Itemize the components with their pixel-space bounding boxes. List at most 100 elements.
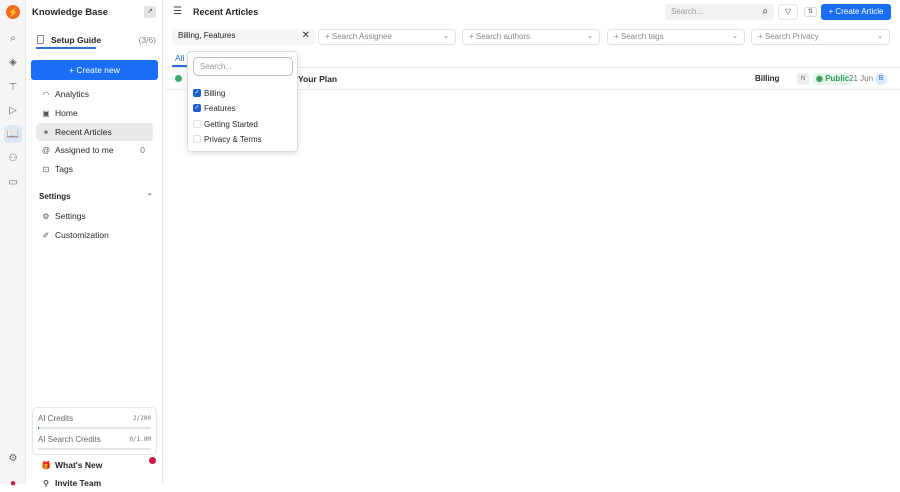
create-new-button[interactable]: + Create new xyxy=(31,60,158,80)
ai-search-credits-label: AI Search Credits xyxy=(38,435,101,444)
ai-credits-value: 2/200 xyxy=(132,415,151,422)
expand-icon[interactable]: ↗ xyxy=(144,6,156,18)
icon-rail: ⚡ ⌕ ◈ ⊤ ▷ 📖 ⚇ ▭ ⚙ ● xyxy=(0,0,26,489)
gear-icon: ⚙ xyxy=(42,211,50,221)
chevron-up-icon: ⌃ xyxy=(146,192,153,201)
sidebar-item-customization[interactable]: ✐ Customization xyxy=(36,226,153,244)
chevron-down-icon: ⌄ xyxy=(443,33,449,40)
option-getting-started[interactable]: Getting Started xyxy=(193,118,258,130)
avatar[interactable]: B xyxy=(875,73,887,85)
tags-filter[interactable]: + Search tags ⌄ xyxy=(607,29,745,45)
ai-search-credits-bar xyxy=(38,448,151,450)
article-date: 21 Jun xyxy=(849,74,874,83)
settings-section-header[interactable]: Settings ⌃ xyxy=(39,192,153,201)
brush-icon: ✐ xyxy=(42,230,50,240)
menu-icon[interactable]: ☰ xyxy=(173,6,182,17)
category-dropdown: Search... ✓ Billing ✓ Features Getting Sta… xyxy=(187,51,298,152)
sidebar-item-home[interactable]: ▣ Home xyxy=(36,104,153,122)
checkbox[interactable] xyxy=(193,135,201,143)
label: Recent Articles xyxy=(55,127,112,137)
article-category: Billing xyxy=(755,74,780,83)
gift-icon: 🎁 xyxy=(41,460,51,470)
label: Customization xyxy=(55,230,109,240)
setup-guide-progress: (3/6) xyxy=(138,35,156,45)
label: Tags xyxy=(55,164,73,174)
team-icon[interactable]: ⚇ xyxy=(4,149,22,167)
dropdown-search-input[interactable]: Search... xyxy=(193,57,293,76)
create-article-button[interactable]: + Create Article xyxy=(821,4,891,20)
sidebar-item-tags[interactable]: ⊡ Tags xyxy=(36,160,153,178)
chevron-down-icon: ⌄ xyxy=(732,33,738,40)
chevron-down-icon: ⌄ xyxy=(877,33,883,40)
search-icon: ⌕ xyxy=(762,6,768,17)
sidebar: Knowledge Base ↗ Setup Guide (3/6) + Cre… xyxy=(26,0,163,488)
ai-search-credits-value: 0/1.0M xyxy=(129,436,151,443)
chat-icon[interactable]: ▭ xyxy=(4,173,22,191)
label: + Search authors xyxy=(469,32,531,41)
assignee-filter[interactable]: + Search Assignee ⌄ xyxy=(318,29,456,45)
ai-credits-bar xyxy=(38,427,151,429)
count: 0 xyxy=(140,145,145,155)
option-privacy-terms[interactable]: Privacy & Terms xyxy=(193,133,262,145)
ai-credits-label: AI Credits xyxy=(38,414,74,423)
label: Assigned to me xyxy=(55,145,114,155)
checkbox[interactable] xyxy=(193,120,201,128)
label: Settings xyxy=(39,192,71,201)
invite-team[interactable]: ⚲ Invite Team xyxy=(36,474,153,492)
label: Privacy & Terms xyxy=(204,134,262,144)
gauge-icon: ◠ xyxy=(42,89,50,99)
notification-dot xyxy=(149,457,156,464)
label: Analytics xyxy=(55,89,90,99)
book-icon xyxy=(37,35,44,44)
label: Features xyxy=(204,103,236,113)
setup-guide[interactable]: Setup Guide (3/6) xyxy=(36,34,156,49)
visibility-badge: ◉ Public xyxy=(813,73,853,85)
sidebar-title: Knowledge Base xyxy=(32,7,109,18)
filter-button[interactable]: ▽ xyxy=(778,4,798,20)
label: + Search tags xyxy=(614,32,664,41)
label: What's New xyxy=(55,460,103,470)
knowledge-base-icon[interactable]: 📖 xyxy=(4,125,22,143)
badge: N xyxy=(797,73,809,85)
sidebar-item-recent-articles[interactable]: ✶ Recent Articles xyxy=(36,123,153,141)
visibility-label: Public xyxy=(825,74,850,83)
privacy-filter[interactable]: + Search Privacy ⌄ xyxy=(751,29,890,45)
notification-icon[interactable]: ● xyxy=(4,474,22,492)
label: Home xyxy=(55,108,78,118)
sidebar-item-settings[interactable]: ⚙ Settings xyxy=(36,207,153,225)
tickets-icon[interactable]: ▷ xyxy=(4,101,22,119)
layers-icon[interactable]: ◈ xyxy=(4,53,22,71)
signpost-icon[interactable]: ⊤ xyxy=(4,78,22,96)
app-logo[interactable]: ⚡ xyxy=(6,5,20,19)
sidebar-item-assigned[interactable]: @ Assigned to me 0 xyxy=(36,141,153,159)
credits-panel: AI Credits 2/200 AI Search Credits 0/1.0… xyxy=(32,407,157,455)
label: Getting Started xyxy=(204,119,258,129)
whats-new[interactable]: 🎁 What's New xyxy=(36,456,153,474)
option-features[interactable]: ✓ Features xyxy=(193,102,236,114)
search-icon[interactable]: ⌕ xyxy=(4,29,22,47)
search-input[interactable]: Search... ⌕ xyxy=(665,4,774,20)
label: Billing xyxy=(204,88,226,98)
page-title: Recent Articles xyxy=(193,7,259,17)
article-title[interactable]: Your Plan xyxy=(298,74,337,84)
label: Invite Team xyxy=(55,478,102,488)
search-placeholder: Search... xyxy=(671,7,704,16)
home-icon: ▣ xyxy=(42,108,50,118)
label: Settings xyxy=(55,211,86,221)
clear-icon[interactable]: ✕ xyxy=(302,29,310,43)
setup-underline xyxy=(36,47,96,49)
at-icon: @ xyxy=(41,145,51,155)
option-billing[interactable]: ✓ Billing xyxy=(193,87,225,99)
label: + Search Privacy xyxy=(758,32,819,41)
status-dot xyxy=(175,75,182,82)
sort-button[interactable]: ⇅ xyxy=(804,7,817,17)
tab-all[interactable]: All xyxy=(175,53,184,63)
user-plus-icon: ⚲ xyxy=(43,478,49,488)
checkbox-checked[interactable]: ✓ xyxy=(193,104,201,112)
sidebar-item-analytics[interactable]: ◠ Analytics xyxy=(36,85,153,103)
authors-filter[interactable]: + Search authors ⌄ xyxy=(462,29,600,45)
settings-gear-icon[interactable]: ⚙ xyxy=(4,449,22,467)
checkbox-checked[interactable]: ✓ xyxy=(193,89,201,97)
tag-icon: ⊡ xyxy=(42,164,50,174)
category-filter[interactable]: Billing, Features ✕ xyxy=(172,29,316,45)
